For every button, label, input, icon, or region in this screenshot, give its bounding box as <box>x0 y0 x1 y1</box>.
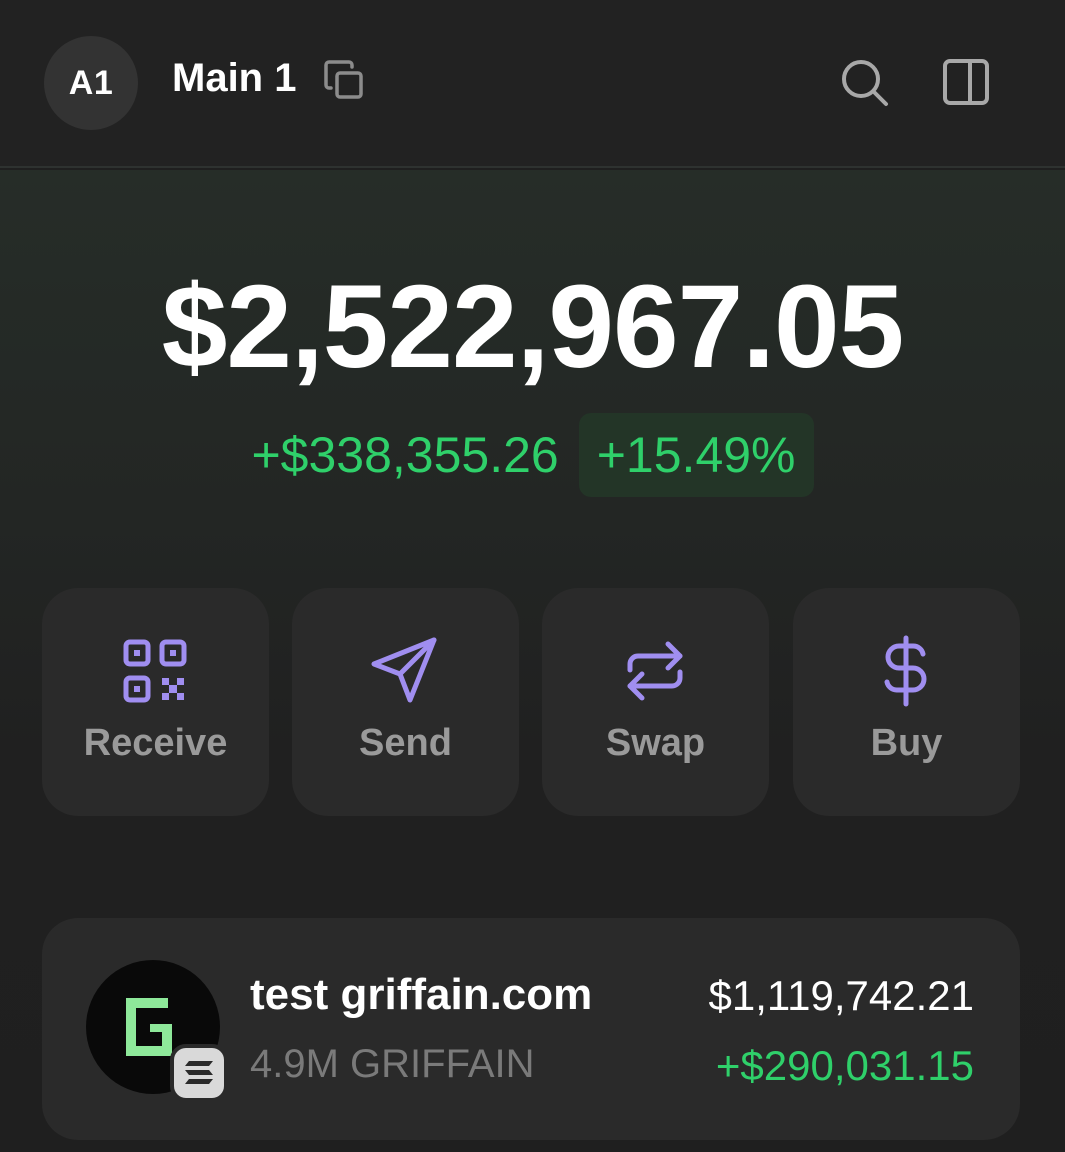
change-percent-badge: +15.49% <box>578 413 814 497</box>
send-label: Send <box>359 722 452 764</box>
swap-button[interactable]: Swap <box>542 588 769 816</box>
header-bar: A1 Main 1 <box>0 0 1065 168</box>
account-name[interactable]: Main 1 <box>172 56 296 101</box>
qr-code-icon <box>123 639 187 703</box>
swap-label: Swap <box>605 722 706 764</box>
action-buttons: Receive Send Swap Buy <box>42 588 1020 816</box>
search-icon[interactable] <box>838 56 890 108</box>
send-button[interactable]: Send <box>292 588 519 816</box>
token-row[interactable]: test griffain.com 4.9M GRIFFAIN $1,119,7… <box>42 918 1020 1140</box>
buy-button[interactable]: Buy <box>793 588 1020 816</box>
token-value: $1,119,742.21 <box>708 972 974 1019</box>
receive-label: Receive <box>83 722 228 764</box>
token-change: +$290,031.15 <box>715 1042 974 1089</box>
buy-label: Buy <box>870 722 943 764</box>
send-icon <box>371 637 437 703</box>
token-quantity: 4.9M GRIFFAIN <box>250 1042 535 1086</box>
solana-glyph <box>185 1061 213 1084</box>
copy-icon[interactable] <box>322 58 368 104</box>
total-balance: $2,522,967.05 <box>161 261 905 393</box>
account-avatar[interactable]: A1 <box>44 36 138 130</box>
token-name: test griffain.com <box>250 970 593 1019</box>
dollar-icon <box>884 635 927 707</box>
sidebar-panel-icon[interactable] <box>940 56 992 108</box>
receive-button[interactable]: Receive <box>42 588 269 816</box>
balance-change-row: +$338,355.26 +15.49% <box>0 412 1065 498</box>
swap-icon <box>627 641 683 701</box>
change-amount: +$338,355.26 <box>251 427 559 483</box>
solana-badge-icon <box>170 1044 228 1102</box>
